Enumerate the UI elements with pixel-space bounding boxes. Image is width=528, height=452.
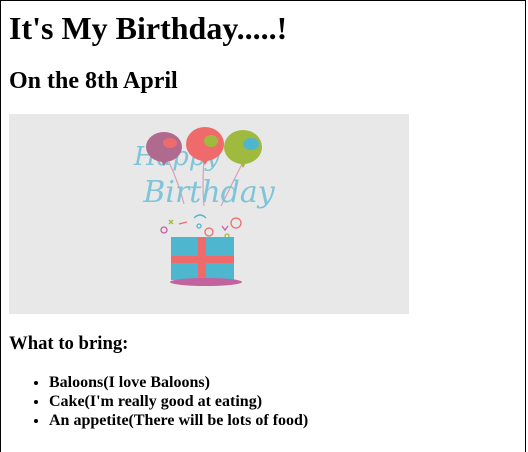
birthday-image: Happy Birthday (9, 114, 409, 314)
list-item: Baloons(I love Baloons) (49, 373, 308, 392)
list-heading: What to bring: (9, 333, 129, 354)
birthday-card-illustration: Happy Birthday (133, 127, 276, 286)
confetti-icon (160, 214, 242, 239)
balloons-icon (146, 127, 262, 168)
page-title: It's My Birthday.....! (9, 10, 288, 46)
date-heading: On the 8th April (9, 68, 178, 94)
gift-box-icon (170, 237, 242, 286)
greeting-line2: Birthday (142, 175, 275, 210)
bring-list: Baloons(I love Baloons) Cake(I'm really … (9, 373, 308, 430)
list-item: An appetite(There will be lots of food) (49, 411, 308, 430)
list-item: Cake(I'm really good at eating) (49, 392, 308, 411)
